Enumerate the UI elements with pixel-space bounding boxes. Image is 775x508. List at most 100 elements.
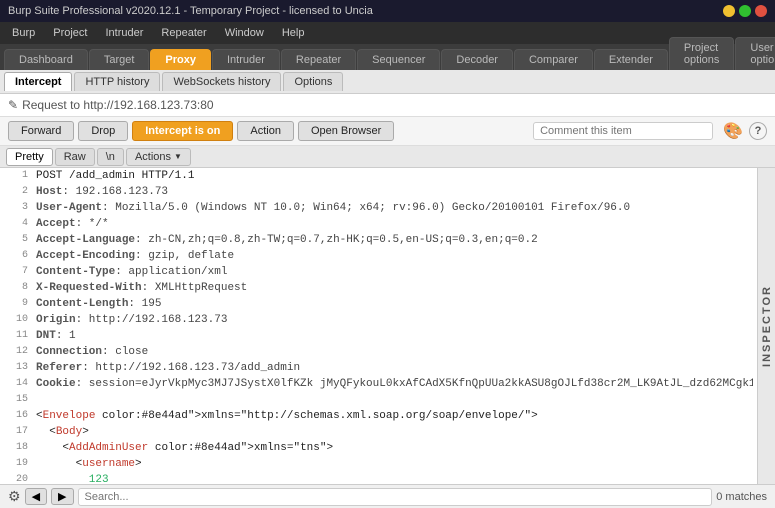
- code-line-15: 15: [0, 392, 757, 408]
- drop-button[interactable]: Drop: [78, 121, 128, 141]
- minimize-button[interactable]: [723, 5, 735, 17]
- tab-target[interactable]: Target: [89, 49, 150, 70]
- menu-intruder[interactable]: Intruder: [98, 25, 152, 41]
- subtab-http-history[interactable]: HTTP history: [74, 72, 160, 91]
- code-line-6: 6 Accept-Encoding: gzip, deflate: [0, 248, 757, 264]
- line-number: 8: [4, 280, 28, 296]
- line-content: DNT: 1: [36, 328, 753, 344]
- line-content: <Envelope color:#8e44ad">xmlns="http://s…: [36, 408, 753, 424]
- menu-help[interactable]: Help: [274, 25, 313, 41]
- menu-repeater[interactable]: Repeater: [153, 25, 214, 41]
- tab-user-options[interactable]: User options: [735, 37, 775, 70]
- code-line-14: 14Cookie: session=eJyrVkpMyc3MJ7JSystX0l…: [0, 376, 757, 392]
- line-number: 9: [4, 296, 28, 312]
- palette-icon[interactable]: 🎨: [723, 121, 743, 141]
- matches-label: 0 matches: [716, 491, 767, 503]
- line-content: Origin: http://192.168.123.73: [36, 312, 753, 328]
- line-number: 18: [4, 440, 28, 456]
- menu-window[interactable]: Window: [217, 25, 272, 41]
- content-tab-raw[interactable]: Raw: [55, 148, 95, 166]
- subtab-options[interactable]: Options: [283, 72, 343, 91]
- main-layout: 1POST /add_admin HTTP/1.12Host: 192.168.…: [0, 168, 775, 484]
- line-content: Referer: http://192.168.123.73/add_admin: [36, 360, 753, 376]
- line-content: <Body>: [36, 424, 753, 440]
- tab-project-options[interactable]: Project options: [669, 37, 734, 70]
- content-tab-newline[interactable]: \n: [97, 148, 124, 166]
- line-number: 19: [4, 456, 28, 472]
- intercept-button[interactable]: Intercept is on: [132, 121, 233, 141]
- line-number: 7: [4, 264, 28, 280]
- line-number: 2: [4, 184, 28, 200]
- line-content: 123: [36, 472, 753, 484]
- edit-icon: ✎: [8, 98, 18, 112]
- line-number: 5: [4, 232, 28, 248]
- tab-decoder[interactable]: Decoder: [441, 49, 513, 70]
- code-line-17: 17 <Body>: [0, 424, 757, 440]
- line-content: Accept-Language: zh-CN,zh;q=0.8,zh-TW;q=…: [36, 232, 753, 248]
- code-line-9: 9 Content-Length: 195: [0, 296, 757, 312]
- open-browser-button[interactable]: Open Browser: [298, 121, 394, 141]
- tab-intruder[interactable]: Intruder: [212, 49, 280, 70]
- code-line-4: 4Accept: */*: [0, 216, 757, 232]
- back-button[interactable]: ◀: [25, 488, 47, 505]
- code-line-3: 3 User-Agent: Mozilla/5.0 (Windows NT 10.…: [0, 200, 757, 216]
- gear-icon[interactable]: ⚙: [8, 488, 21, 505]
- sub-tabs: Intercept HTTP history WebSockets histor…: [0, 70, 775, 94]
- line-content: Content-Type: application/xml: [36, 264, 753, 280]
- line-number: 6: [4, 248, 28, 264]
- inspector-label: INSPECTOR: [761, 285, 773, 367]
- line-number: 13: [4, 360, 28, 376]
- forward-nav-button[interactable]: ▶: [51, 488, 73, 505]
- action-bar: Forward Drop Intercept is on Action Open…: [0, 117, 775, 146]
- line-content: Content-Length: 195: [36, 296, 753, 312]
- tab-dashboard[interactable]: Dashboard: [4, 49, 88, 70]
- code-line-19: 19 <username>: [0, 456, 757, 472]
- code-line-13: 13 Referer: http://192.168.123.73/add_adm…: [0, 360, 757, 376]
- code-line-1: 1POST /add_admin HTTP/1.1: [0, 168, 757, 184]
- actions-dropdown[interactable]: Actions: [126, 148, 191, 166]
- action-button[interactable]: Action: [237, 121, 294, 141]
- comment-input[interactable]: [533, 122, 713, 140]
- menu-burp[interactable]: Burp: [4, 25, 43, 41]
- line-content: POST /add_admin HTTP/1.1: [36, 168, 753, 184]
- code-line-12: 12 Connection: close: [0, 344, 757, 360]
- line-content: Accept-Encoding: gzip, deflate: [36, 248, 753, 264]
- code-line-11: 11 DNT: 1: [0, 328, 757, 344]
- line-number: 16: [4, 408, 28, 424]
- line-number: 11: [4, 328, 28, 344]
- request-bar: ✎ Request to http://192.168.123.73:80: [0, 94, 775, 117]
- tab-proxy[interactable]: Proxy: [150, 49, 211, 70]
- title-bar-title: Burp Suite Professional v2020.12.1 - Tem…: [8, 5, 373, 17]
- line-content: <AddAdminUser color:#8e44ad">xmlns="tns"…: [36, 440, 753, 456]
- forward-button[interactable]: Forward: [8, 121, 74, 141]
- search-input[interactable]: [78, 488, 713, 506]
- line-number: 4: [4, 216, 28, 232]
- code-line-18: 18 <AddAdminUser color:#8e44ad">xmlns="t…: [0, 440, 757, 456]
- menu-project[interactable]: Project: [45, 25, 95, 41]
- line-content: User-Agent: Mozilla/5.0 (Windows NT 10.0…: [36, 200, 753, 216]
- line-content: Cookie: session=eJyrVkpMyc3MJ7JSystX0lfK…: [36, 376, 753, 392]
- subtab-intercept[interactable]: Intercept: [4, 72, 72, 91]
- line-number: 12: [4, 344, 28, 360]
- code-line-5: 5 Accept-Language: zh-CN,zh;q=0.8,zh-TW;q…: [0, 232, 757, 248]
- maximize-button[interactable]: [739, 5, 751, 17]
- content-tab-pretty[interactable]: Pretty: [6, 148, 53, 166]
- tab-sequencer[interactable]: Sequencer: [357, 49, 440, 70]
- code-area[interactable]: 1POST /add_admin HTTP/1.12Host: 192.168.…: [0, 168, 757, 484]
- help-icon[interactable]: ?: [749, 122, 767, 140]
- request-url: Request to http://192.168.123.73:80: [22, 98, 213, 112]
- tab-extender[interactable]: Extender: [594, 49, 668, 70]
- line-number: 15: [4, 392, 28, 408]
- close-button[interactable]: [755, 5, 767, 17]
- content-tabs: Pretty Raw \n Actions: [0, 146, 775, 168]
- code-line-10: 10Origin: http://192.168.123.73: [0, 312, 757, 328]
- tab-repeater[interactable]: Repeater: [281, 49, 356, 70]
- line-content: X-Requested-With: XMLHttpRequest: [36, 280, 753, 296]
- line-content: Connection: close: [36, 344, 753, 360]
- subtab-websockets-history[interactable]: WebSockets history: [162, 72, 281, 91]
- tab-comparer[interactable]: Comparer: [514, 49, 593, 70]
- title-bar: Burp Suite Professional v2020.12.1 - Tem…: [0, 0, 775, 22]
- bottom-bar: ⚙ ◀ ▶ 0 matches: [0, 484, 775, 508]
- inspector-panel: INSPECTOR: [757, 168, 775, 484]
- line-number: 3: [4, 200, 28, 216]
